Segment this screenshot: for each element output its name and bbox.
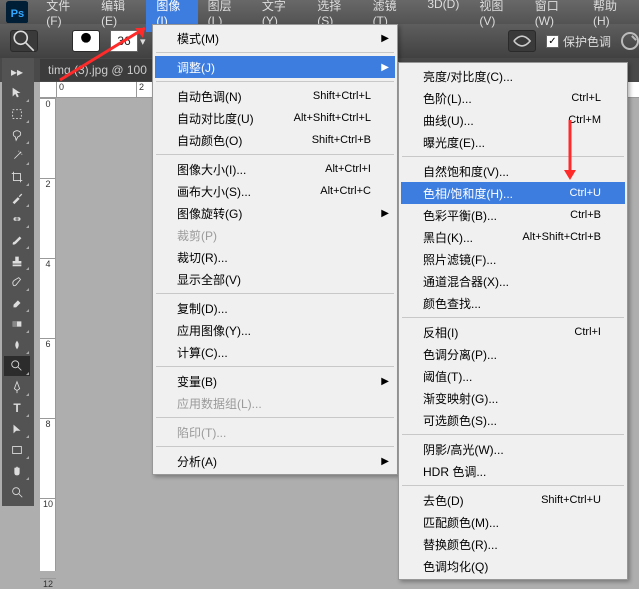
- protect-tone-label: 保护色调: [563, 33, 611, 50]
- healing-tool[interactable]: [4, 209, 30, 229]
- move-tool[interactable]: [4, 83, 30, 103]
- menu-item[interactable]: 亮度/对比度(C)...: [401, 65, 625, 87]
- blur-tool[interactable]: [4, 335, 30, 355]
- menu-item[interactable]: 自然饱和度(V)...: [401, 160, 625, 182]
- menu-item[interactable]: 曝光度(E)...: [401, 131, 625, 153]
- menu-item[interactable]: 照片滤镜(F)...: [401, 248, 625, 270]
- brush-preview[interactable]: [72, 30, 100, 52]
- menu-item[interactable]: 自动颜色(O)Shift+Ctrl+B: [155, 129, 395, 151]
- submenu-arrow-icon: ▶: [381, 376, 389, 387]
- menu-item[interactable]: 画布大小(S)...Alt+Ctrl+C: [155, 180, 395, 202]
- menu-item: 裁剪(P): [155, 224, 395, 246]
- brush-size-input[interactable]: 36: [110, 30, 138, 52]
- menu-item[interactable]: 曲线(U)...Ctrl+M: [401, 109, 625, 131]
- opt-icon-1[interactable]: [508, 30, 536, 52]
- tool-collapse-icon[interactable]: ▸▸: [4, 62, 30, 82]
- tools-panel: ▸▸ T: [2, 58, 34, 506]
- gradient-tool[interactable]: [4, 314, 30, 334]
- magic-wand-tool[interactable]: [4, 146, 30, 166]
- menu-item[interactable]: 颜色查找...: [401, 292, 625, 314]
- menu-item[interactable]: 变量(B)▶: [155, 370, 395, 392]
- type-tool[interactable]: T: [4, 398, 30, 418]
- menu-item[interactable]: 黑白(K)...Alt+Shift+Ctrl+B: [401, 226, 625, 248]
- path-select-tool[interactable]: [4, 419, 30, 439]
- brush-tool[interactable]: [4, 230, 30, 250]
- menu-item[interactable]: 图像旋转(G)▶: [155, 202, 395, 224]
- menu-item[interactable]: HDR 色调...: [401, 460, 625, 482]
- menu-item[interactable]: 阴影/高光(W)...: [401, 438, 625, 460]
- eraser-tool[interactable]: [4, 293, 30, 313]
- hand-tool[interactable]: [4, 461, 30, 481]
- menu-item[interactable]: 模式(M)▶: [155, 27, 395, 49]
- menu-item: 应用数据组(L)...: [155, 392, 395, 414]
- pen-tool[interactable]: [4, 377, 30, 397]
- menu-separator: [156, 293, 394, 294]
- lasso-tool[interactable]: [4, 125, 30, 145]
- menu-item[interactable]: 自动色调(N)Shift+Ctrl+L: [155, 85, 395, 107]
- submenu-arrow-icon: ▶: [381, 62, 389, 73]
- svg-text:Ps: Ps: [11, 8, 25, 20]
- menu-item: 陷印(T)...: [155, 421, 395, 443]
- menu-item[interactable]: 可选颜色(S)...: [401, 409, 625, 431]
- opt-dial-icon[interactable]: [621, 32, 639, 50]
- menu-item[interactable]: 图像大小(I)...Alt+Ctrl+I: [155, 158, 395, 180]
- menu-item[interactable]: 自动对比度(U)Alt+Shift+Ctrl+L: [155, 107, 395, 129]
- menubar: Ps 文件(F)编辑(E)图像(I)图层(L)文字(Y)选择(S)滤镜(T)3D…: [0, 0, 639, 24]
- protect-tone-checkbox[interactable]: ✓: [546, 35, 559, 48]
- ps-logo: Ps: [6, 3, 28, 21]
- menu-item[interactable]: 色调分离(P)...: [401, 343, 625, 365]
- crop-tool[interactable]: [4, 167, 30, 187]
- history-brush-tool[interactable]: [4, 272, 30, 292]
- shape-tool[interactable]: [4, 440, 30, 460]
- menu-separator: [402, 434, 624, 435]
- submenu-arrow-icon: ▶: [381, 208, 389, 219]
- submenu-arrow-icon: ▶: [381, 33, 389, 44]
- image-menu: 模式(M)▶ 调整(J)▶ 自动色调(N)Shift+Ctrl+L自动对比度(U)A…: [152, 24, 398, 475]
- dodge-tool[interactable]: [4, 356, 30, 376]
- menu-separator: [156, 446, 394, 447]
- menu-separator: [156, 154, 394, 155]
- menu-item[interactable]: 匹配颜色(M)...: [401, 511, 625, 533]
- document-tab[interactable]: timg (3).jpg @ 100: [40, 59, 155, 81]
- submenu-arrow-icon: ▶: [381, 456, 389, 467]
- menu-item[interactable]: 帮助(H): [583, 0, 639, 32]
- menu-separator: [156, 366, 394, 367]
- current-tool-icon[interactable]: [10, 30, 38, 52]
- stamp-tool[interactable]: [4, 251, 30, 271]
- menu-item[interactable]: 显示全部(V): [155, 268, 395, 290]
- menu-item[interactable]: 3D(D): [417, 0, 469, 32]
- menu-item[interactable]: 编辑(E): [91, 0, 146, 32]
- menu-item[interactable]: 计算(C)...: [155, 341, 395, 363]
- menu-item[interactable]: 复制(D)...: [155, 297, 395, 319]
- menu-item[interactable]: 通道混合器(X)...: [401, 270, 625, 292]
- menu-item[interactable]: 反相(I)Ctrl+I: [401, 321, 625, 343]
- menu-item[interactable]: 分析(A)▶: [155, 450, 395, 472]
- menu-item[interactable]: 色相/饱和度(H)...Ctrl+U: [401, 182, 625, 204]
- menu-item[interactable]: 色阶(L)...Ctrl+L: [401, 87, 625, 109]
- menu-item[interactable]: 色彩平衡(B)...Ctrl+B: [401, 204, 625, 226]
- adjustments-submenu: 亮度/对比度(C)...色阶(L)...Ctrl+L曲线(U)...Ctrl+M…: [398, 62, 628, 580]
- zoom-tool[interactable]: [4, 482, 30, 502]
- menu-separator: [402, 317, 624, 318]
- menu-item[interactable]: 文件(F): [36, 0, 91, 32]
- menu-item[interactable]: 渐变映射(G)...: [401, 387, 625, 409]
- menu-item[interactable]: 调整(J)▶: [155, 56, 395, 78]
- marquee-tool[interactable]: [4, 104, 30, 124]
- menu-separator: [156, 52, 394, 53]
- eyedropper-tool[interactable]: [4, 188, 30, 208]
- menu-item[interactable]: 窗口(W): [525, 0, 583, 32]
- menu-item[interactable]: 阈值(T)...: [401, 365, 625, 387]
- menu-item[interactable]: 替换颜色(R)...: [401, 533, 625, 555]
- menu-separator: [156, 417, 394, 418]
- menu-item[interactable]: 裁切(R)...: [155, 246, 395, 268]
- menu-separator: [156, 81, 394, 82]
- menu-item[interactable]: 去色(D)Shift+Ctrl+U: [401, 489, 625, 511]
- menu-item[interactable]: 应用图像(Y)...: [155, 319, 395, 341]
- menu-separator: [402, 485, 624, 486]
- menu-item[interactable]: 色调均化(Q): [401, 555, 625, 577]
- brush-size-dropdown-icon[interactable]: ▾: [140, 35, 146, 48]
- ruler-vertical: 024681012: [40, 98, 56, 571]
- menu-item[interactable]: 视图(V): [469, 0, 524, 32]
- menu-separator: [402, 156, 624, 157]
